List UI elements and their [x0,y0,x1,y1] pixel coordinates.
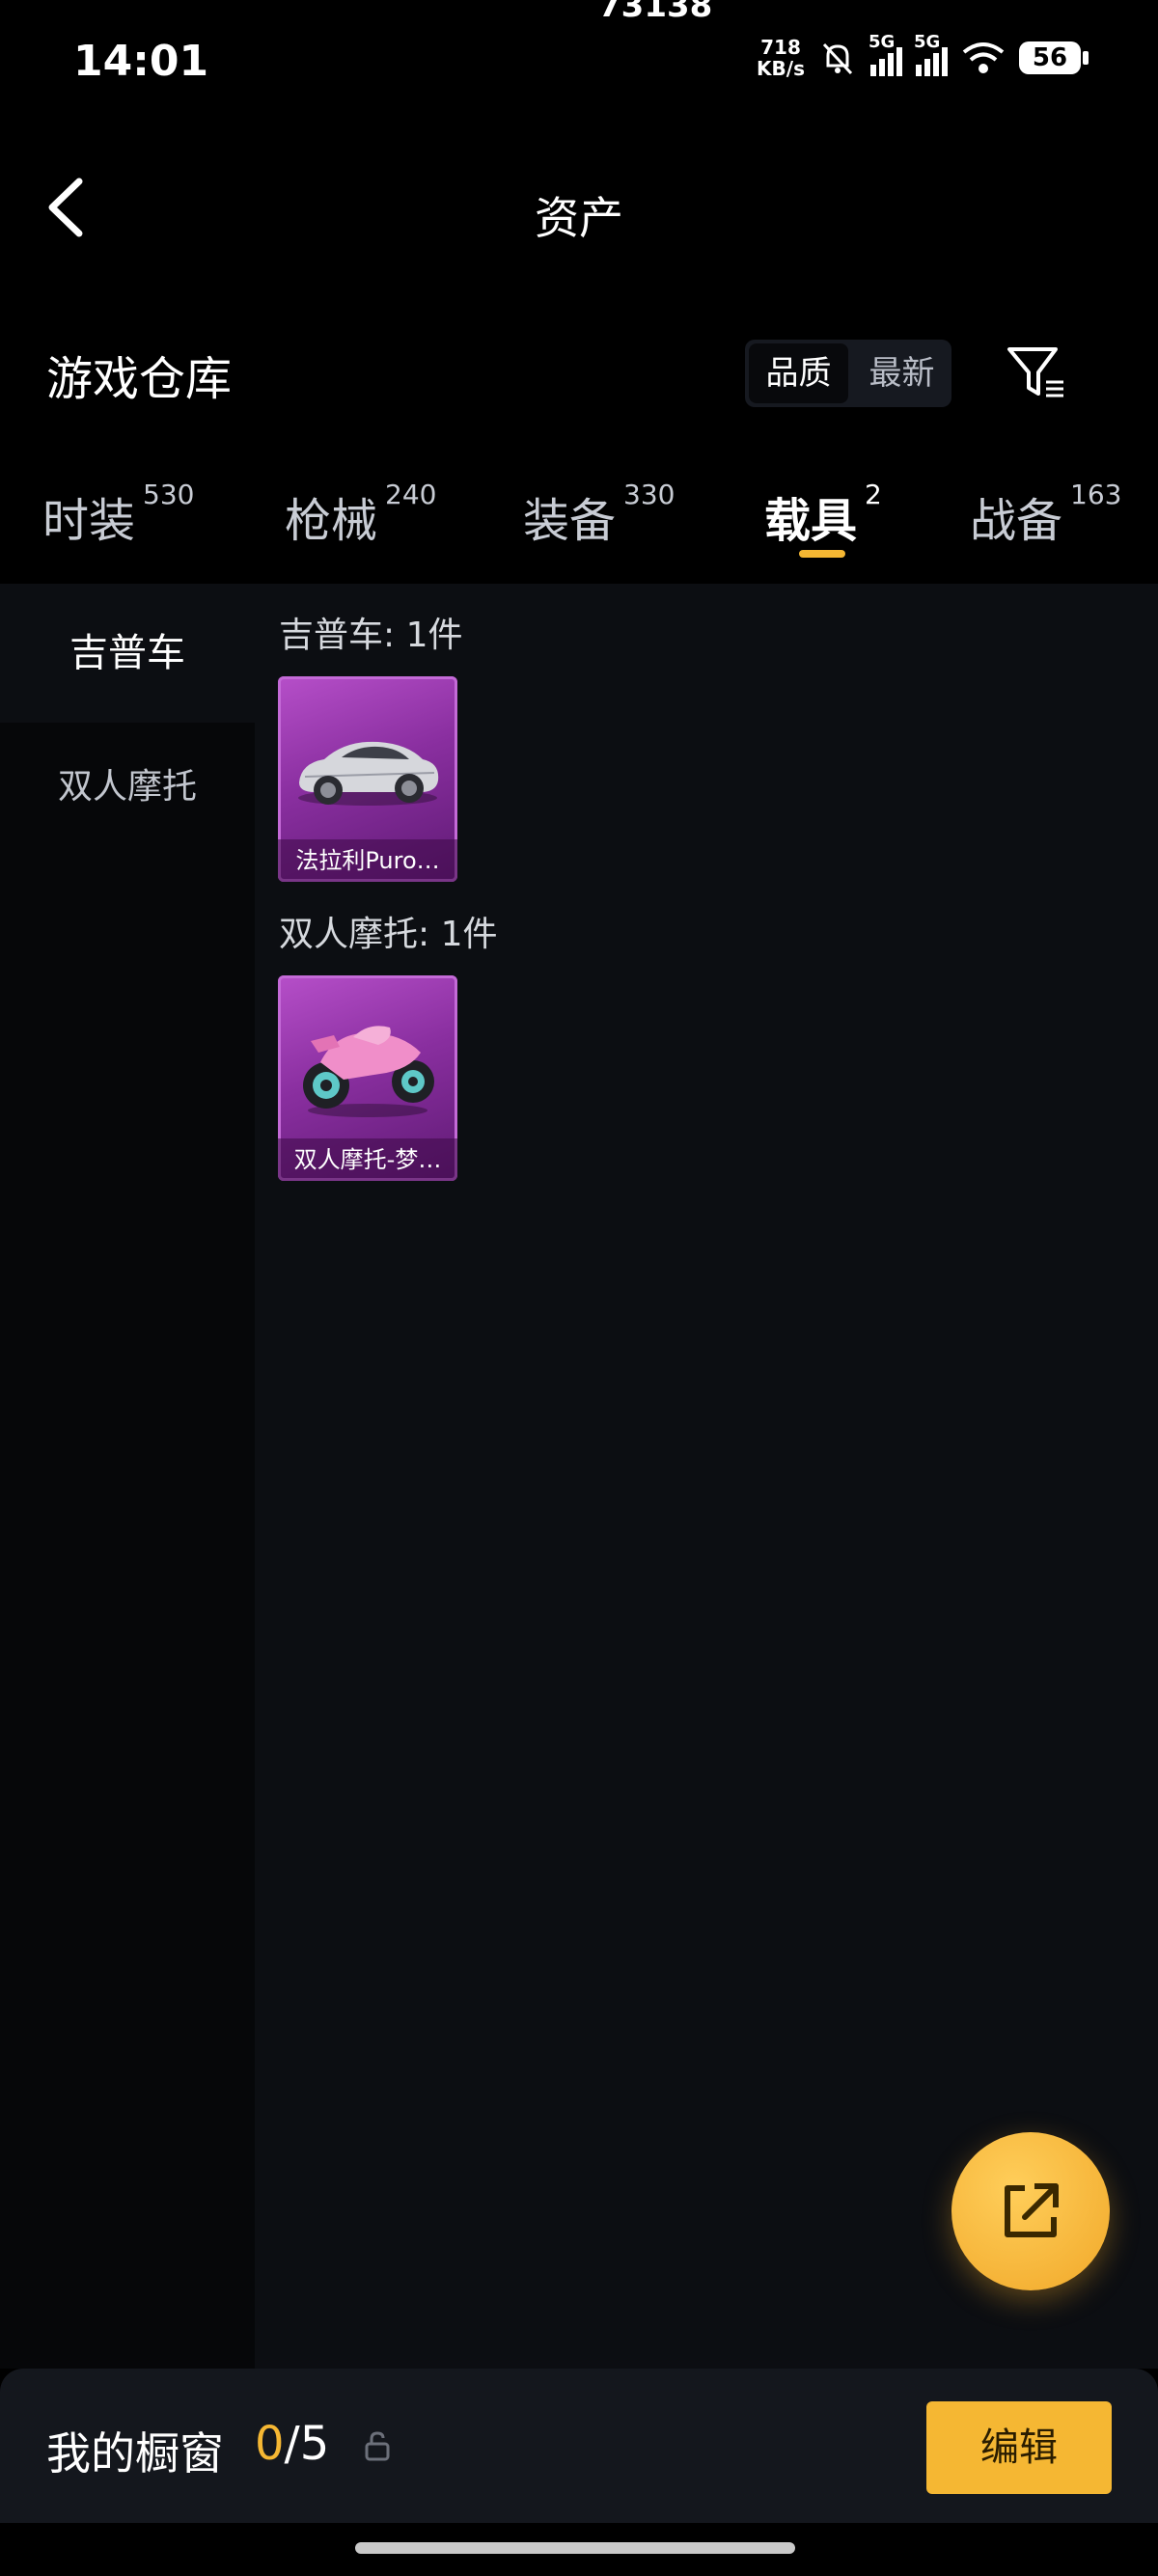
tab-label: 战备 [970,494,1063,548]
item-list: 吉普车: 1件 法拉利Puro… 双人摩托: 1件 双人摩托-梦… [255,584,1158,2369]
tab-label: 装备 [523,494,617,548]
unlock-icon [365,2431,390,2461]
active-tab-indicator [799,550,845,558]
sim2-label: 5G [914,32,941,52]
signal-icon: 5G [868,32,902,76]
tab-battle-prep[interactable]: 战备 163 [970,479,1122,550]
tab-fashion[interactable]: 时装 530 [42,479,195,550]
top-nav: 资产 [0,145,1158,270]
category-sidebar: 吉普车 双人摩托 [0,584,255,2369]
showcase-bar: 我的橱窗 0/5 编辑 [0,2369,1158,2523]
tab-guns[interactable]: 枪械 240 [285,479,437,550]
tab-vehicles[interactable]: 载具 2 [764,479,882,550]
item-name: 法拉利Puro… [278,839,457,882]
filter-icon [1007,347,1063,397]
filter-button[interactable] [1004,343,1071,401]
sort-toggle: 品质 最新 [745,340,951,407]
tab-count: 330 [623,479,676,510]
tab-label: 时装 [42,494,136,548]
status-icons: 718 KB/s 5G 5G 56 [757,32,1089,79]
section-title: 双人摩托: 1件 [279,915,498,954]
category-tabs: 时装 530 枪械 240 装备 330 载具 2 战备 163 [0,463,1158,569]
sports-car-image [298,741,439,806]
net-speed-value: 718 [760,36,801,59]
showcase-label: 我的橱窗 [46,2427,224,2480]
item-card[interactable]: 法拉利Puro… [278,676,457,882]
edit-button[interactable]: 编辑 [926,2401,1112,2494]
tab-count: 240 [385,479,437,510]
sidebar-item-jeep[interactable]: 吉普车 [0,584,255,723]
sidebar-item-motorcycle[interactable]: 双人摩托 [0,723,255,852]
warehouse-title: 游戏仓库 [46,352,233,406]
wifi-icon [962,42,1005,73]
section-title: 吉普车: 1件 [279,616,463,655]
status-time: 14:01 [73,37,209,86]
sim1-label: 5G [868,32,896,52]
showcase-count: 0/5 [255,2417,329,2471]
net-speed-unit: KB/s [757,57,805,80]
tab-equipment[interactable]: 装备 330 [523,479,676,550]
battery-icon: 56 [1019,41,1089,74]
tab-count: 530 [143,479,195,510]
tab-count: 163 [1070,479,1122,510]
home-indicator[interactable] [355,2542,795,2554]
status-top-text: 73138 [598,0,713,25]
tab-label: 枪械 [285,494,378,548]
sort-quality-button[interactable]: 品质 [749,343,848,403]
share-external-icon [1005,2183,1059,2237]
status-bar: 14:01 73138 718 KB/s 5G 5G 56 [0,0,1158,130]
mute-bell-icon [822,42,853,75]
tab-count: 2 [865,479,882,510]
sort-latest-button[interactable]: 最新 [852,340,951,407]
motorcycle-image [303,1026,434,1117]
net-speed: 718 KB/s [757,37,805,79]
item-name: 双人摩托-梦… [278,1138,457,1181]
showcase-current: 0 [255,2417,285,2471]
share-fab-button[interactable] [951,2132,1110,2290]
item-card[interactable]: 双人摩托-梦… [278,975,457,1181]
signal-icon: 5G [914,32,948,76]
page-title: 资产 [535,192,623,244]
showcase-total: /5 [284,2417,330,2471]
tab-label: 载具 [764,494,858,548]
